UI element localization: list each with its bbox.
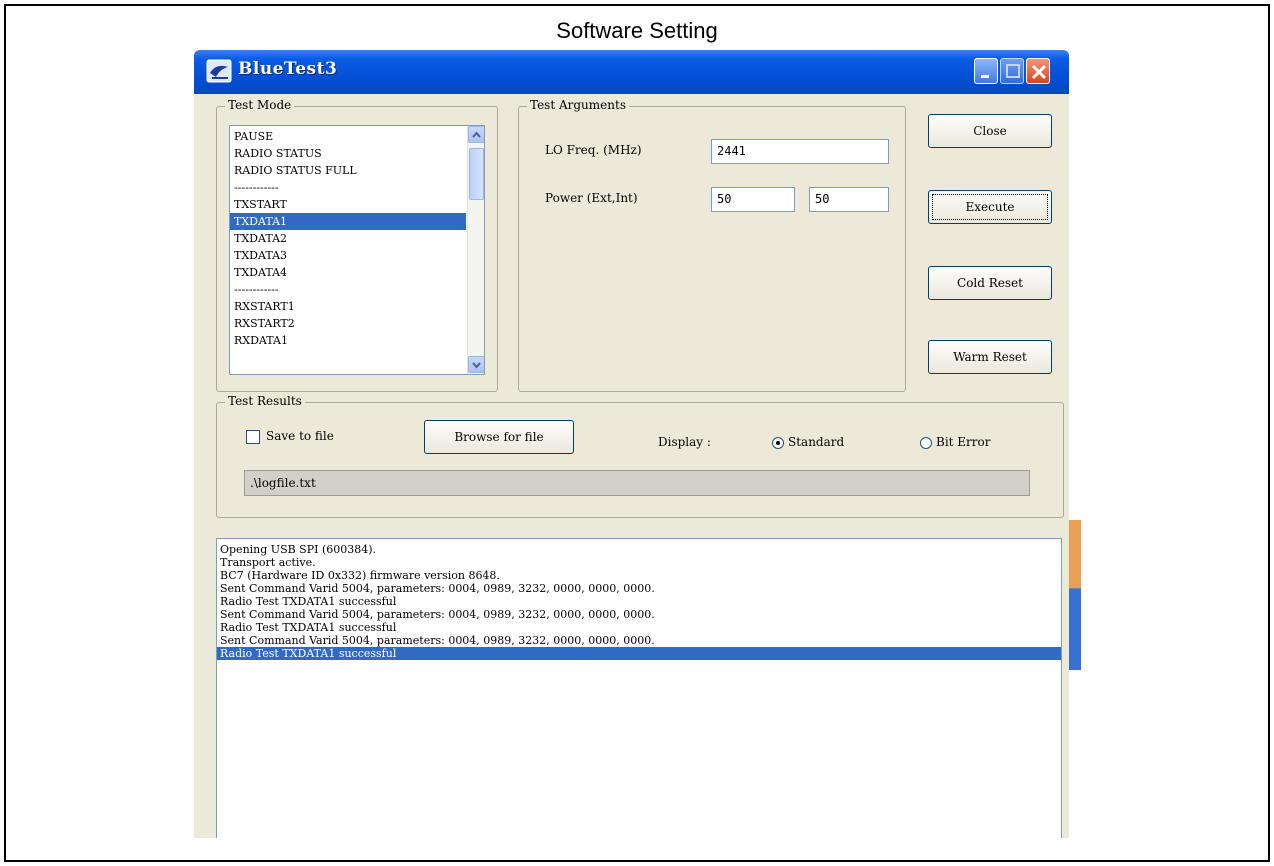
maximize-icon: [1006, 64, 1020, 78]
list-item[interactable]: PAUSE: [230, 128, 466, 145]
standard-radio[interactable]: [772, 437, 784, 449]
close-button[interactable]: Close: [928, 114, 1052, 148]
log-line: Sent Command Varid 5004, parameters: 000…: [220, 634, 655, 647]
test-results-group: Test Results: [216, 394, 1064, 518]
standard-radio-label[interactable]: Standard: [788, 435, 844, 449]
bluetest-window: BlueTest3 Test Mode PAUSE RADIO STATUS R…: [194, 50, 1069, 838]
log-line: Transport active.: [220, 556, 316, 569]
list-item[interactable]: RXDATA1: [230, 332, 466, 349]
list-item[interactable]: ------------: [230, 281, 466, 298]
list-item-selected[interactable]: TXDATA1: [230, 213, 466, 230]
list-item[interactable]: RADIO STATUS FULL: [230, 162, 466, 179]
log-line: BC7 (Hardware ID 0x332) firmware version…: [220, 569, 500, 582]
title-bar[interactable]: BlueTest3: [194, 50, 1069, 94]
scroll-down-button[interactable]: [468, 356, 484, 373]
test-results-label: Test Results: [225, 394, 305, 408]
close-icon: [1031, 64, 1047, 80]
test-mode-listbox[interactable]: PAUSE RADIO STATUS RADIO STATUS FULL ---…: [229, 125, 485, 375]
list-item[interactable]: TXDATA2: [230, 230, 466, 247]
power-int-input[interactable]: 50: [809, 187, 889, 212]
list-item[interactable]: TXDATA4: [230, 264, 466, 281]
chevron-down-icon: [472, 362, 481, 369]
scroll-thumb[interactable]: [469, 148, 484, 200]
warm-reset-button[interactable]: Warm Reset: [928, 340, 1052, 374]
app-icon: [206, 59, 232, 83]
log-line: Sent Command Varid 5004, parameters: 000…: [220, 608, 655, 621]
log-line: Opening USB SPI (600384).: [220, 543, 377, 556]
list-item[interactable]: TXDATA3: [230, 247, 466, 264]
execute-button[interactable]: Execute: [928, 190, 1052, 224]
cold-reset-button[interactable]: Cold Reset: [928, 266, 1052, 300]
power-label: Power (Ext,Int): [545, 191, 638, 205]
listbox-scrollbar[interactable]: [467, 126, 484, 374]
test-arguments-group: Test Arguments LO Freq. (MHz) 2441 Power…: [518, 98, 906, 392]
browse-for-file-button[interactable]: Browse for file: [424, 420, 574, 454]
list-item[interactable]: RADIO STATUS: [230, 145, 466, 162]
test-arguments-label: Test Arguments: [527, 98, 629, 112]
list-item[interactable]: ------------: [230, 179, 466, 196]
power-ext-input[interactable]: 50: [711, 187, 795, 212]
bit-error-radio[interactable]: [920, 437, 932, 449]
minimize-button[interactable]: [974, 58, 998, 84]
radio-selected-dot: [776, 441, 780, 445]
bit-error-radio-label[interactable]: Bit Error: [936, 435, 991, 449]
chevron-up-icon: [472, 131, 481, 138]
test-mode-label: Test Mode: [225, 98, 295, 112]
list-item[interactable]: RXSTART1: [230, 298, 466, 315]
save-to-file-label[interactable]: Save to file: [266, 429, 334, 443]
log-line-selected[interactable]: Radio Test TXDATA1 successful: [217, 647, 1061, 660]
maximize-button[interactable]: [1000, 58, 1024, 84]
lo-freq-label: LO Freq. (MHz): [545, 143, 642, 157]
list-item[interactable]: RXSTART2: [230, 315, 466, 332]
list-item[interactable]: TXSTART: [230, 196, 466, 213]
save-to-file-checkbox[interactable]: [246, 430, 260, 444]
log-output[interactable]: Opening USB SPI (600384). Transport acti…: [216, 538, 1062, 838]
document-caption: Software Setting: [556, 18, 718, 43]
minimize-icon: [981, 75, 989, 78]
log-line: Radio Test TXDATA1 successful: [220, 595, 397, 608]
scroll-up-button[interactable]: [468, 126, 484, 143]
desktop-background-strip: [1069, 520, 1081, 670]
window-title: BlueTest3: [238, 59, 338, 79]
log-line: Radio Test TXDATA1 successful: [220, 621, 397, 634]
test-mode-group: Test Mode PAUSE RADIO STATUS RADIO STATU…: [216, 98, 498, 392]
lo-freq-input[interactable]: 2441: [711, 139, 889, 164]
display-label: Display :: [658, 435, 711, 449]
log-line: Sent Command Varid 5004, parameters: 000…: [220, 582, 655, 595]
close-window-button[interactable]: [1026, 58, 1050, 84]
logfile-path-field[interactable]: .\logfile.txt: [244, 470, 1030, 496]
